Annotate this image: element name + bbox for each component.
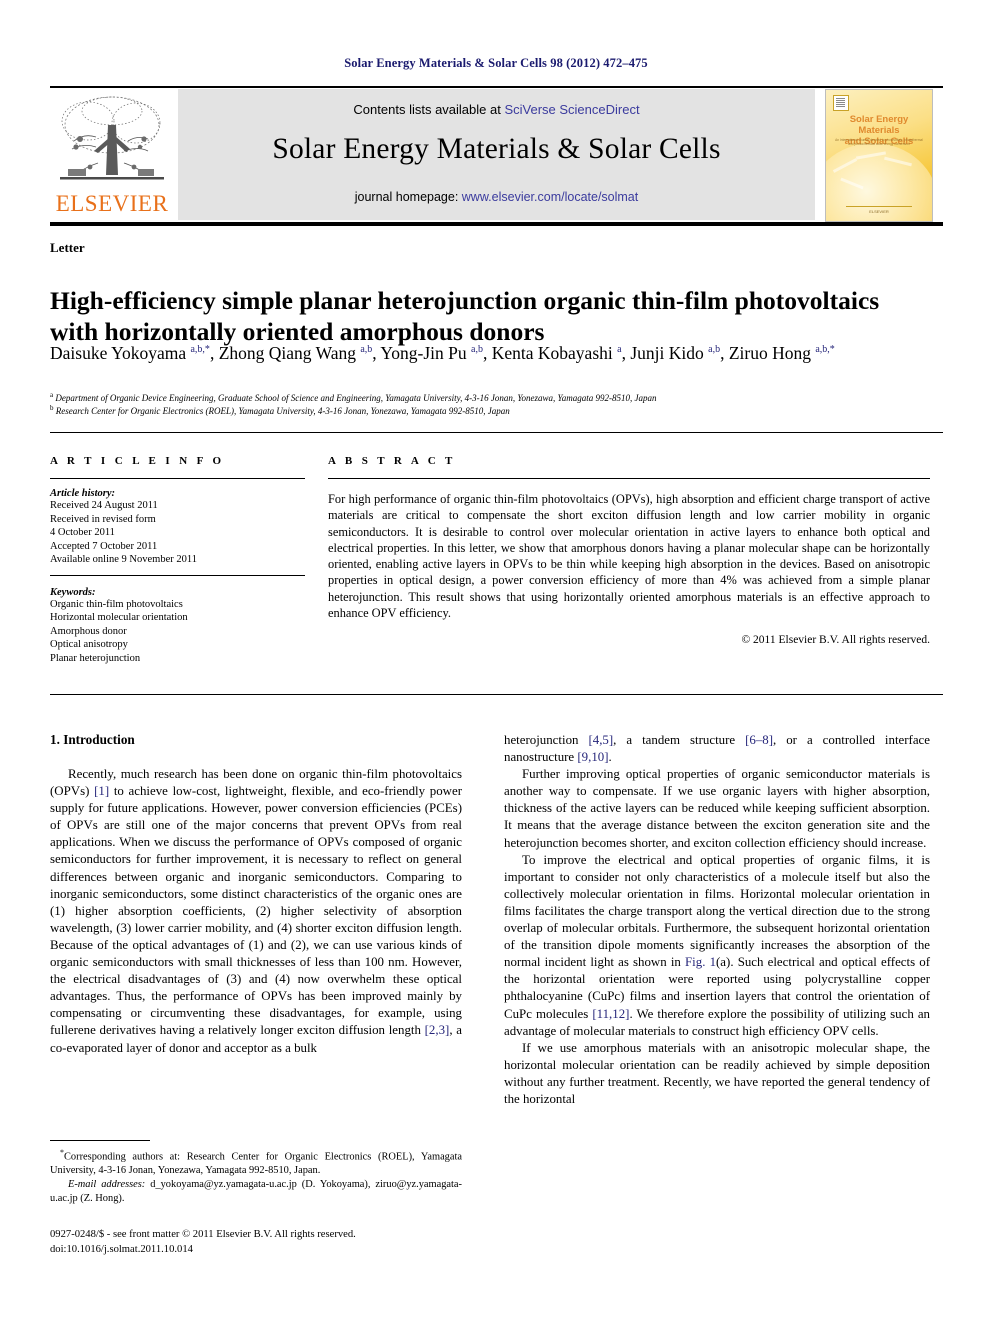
author-name: Yong-Jin Pu	[380, 343, 472, 363]
elsevier-logo: ELSEVIER	[50, 91, 174, 219]
footnote-separator-rule	[50, 1140, 150, 1141]
keyword-item: Amorphous donor	[50, 625, 127, 637]
rule-after-authors	[50, 432, 943, 433]
keywords-list: Organic thin-film photovoltaics Horizonta…	[50, 598, 305, 666]
corresponding-author-text: Corresponding authors at: Research Cente…	[50, 1151, 462, 1177]
abstract-text: For high performance of organic thin-fil…	[328, 492, 930, 621]
body-paragraph: Further improving optical properties of …	[504, 767, 930, 850]
article-history-item: Received in revised form	[50, 513, 156, 525]
author-affiliation-marker: a,b	[471, 344, 483, 356]
body-left-paragraphs: Recently, much research has been done on…	[50, 766, 462, 1057]
cover-elsevier-mark-icon	[833, 95, 849, 111]
article-history-list: Received 24 August 2011 Received in revis…	[50, 499, 305, 567]
article-info-heading: A R T I C L E I N F O	[50, 455, 225, 467]
elsevier-wordmark: ELSEVIER	[55, 191, 169, 216]
body-column-left: 1. Introduction Recently, much research …	[50, 732, 462, 1057]
article-history-label: Article history:	[50, 488, 116, 499]
author-name: Junji Kido	[630, 343, 709, 363]
rule-before-body	[50, 694, 943, 695]
cover-footer-wordmark: ELSEVIER	[846, 206, 912, 214]
abstract-heading: A B S T R A C T	[328, 455, 456, 467]
author-affiliation-marker: a,b,*	[190, 344, 210, 356]
journal-header: ELSEVIER Contents lists available at Sci…	[50, 89, 943, 222]
citation-link[interactable]: Fig. 1	[685, 955, 716, 969]
citation-link[interactable]: [2,3]	[425, 1023, 450, 1037]
keyword-item: Horizontal molecular orientation	[50, 612, 188, 623]
elsevier-tree-svg	[60, 96, 164, 180]
cover-title-line1: Solar Energy Materials	[849, 114, 909, 136]
body-paragraph: Recently, much research has been done on…	[50, 767, 462, 1055]
author-affiliation-marker: a,b	[360, 344, 373, 356]
author-name: Kenta Kobayashi	[491, 343, 618, 363]
citation-link[interactable]: [9,10]	[577, 750, 608, 764]
journal-homepage-link[interactable]: www.elsevier.com/locate/solmat	[462, 190, 638, 204]
sciencedirect-link[interactable]: SciVerse ScienceDirect	[504, 102, 639, 117]
author-name: Ziruo Hong	[728, 343, 816, 363]
elsevier-tree-icon	[54, 91, 170, 191]
author-affiliation-marker: a,b,*	[815, 344, 835, 356]
citation-link[interactable]: [6–8]	[745, 733, 773, 747]
abstract-rule	[328, 478, 930, 479]
header-top-rule	[50, 86, 943, 88]
doi-line[interactable]: doi:10.1016/j.solmat.2011.10.014	[50, 1243, 462, 1258]
abstract-copyright: © 2011 Elsevier B.V. All rights reserved…	[741, 634, 930, 647]
citation-link[interactable]: [1]	[94, 784, 109, 798]
author-name: Zhong Qiang Wang	[218, 343, 361, 363]
contents-available-line: Contents lists available at SciVerse Sci…	[178, 102, 815, 117]
homepage-prefix: journal homepage:	[354, 190, 462, 204]
article-title: High-efficiency simple planar heterojunc…	[50, 286, 880, 347]
body-paragraph: heterojunction [4,5], a tandem structure…	[504, 733, 930, 765]
keyword-item: Organic thin-film photovoltaics	[50, 598, 183, 610]
article-info-column: A R T I C L E I N F O Article history: R…	[50, 455, 305, 665]
affiliation-list: a Department of Organic Device Engineeri…	[50, 392, 930, 417]
affiliation-line: b Research Center for Organic Electronic…	[50, 404, 930, 418]
article-history-item: Available online 9 November 2011	[50, 554, 197, 565]
contents-prefix: Contents lists available at	[353, 102, 505, 117]
author-affiliation-marker: a	[617, 344, 622, 356]
corresponding-author-note: *Corresponding authors at: Research Cent…	[50, 1146, 462, 1178]
author-list: Daisuke Yokoyama a,b,*, Zhong Qiang Wang…	[50, 343, 835, 363]
section-heading-introduction: 1. Introduction	[50, 732, 135, 747]
article-history-block: Article history: Received 24 August 2011…	[50, 488, 305, 576]
abstract-column: A B S T R A C T For high performance of …	[328, 455, 930, 646]
article-history-item: Received 24 August 2011	[50, 500, 158, 511]
email-note: E-mail addresses: d_yokoyama@yz.yamagata…	[50, 1178, 462, 1206]
header-bottom-rule	[50, 222, 943, 226]
article-history-item: Accepted 7 October 2011	[50, 540, 158, 552]
body-right-paragraphs: heterojunction [4,5], a tandem structure…	[504, 732, 930, 1108]
affiliation-text: Department of Organic Device Engineering…	[53, 393, 657, 403]
journal-homepage-line: journal homepage: www.elsevier.com/locat…	[178, 190, 815, 204]
journal-title-band: Contents lists available at SciVerse Sci…	[178, 89, 815, 220]
author-affiliation-marker: a,b	[708, 344, 721, 356]
article-type-label: Letter	[50, 240, 85, 255]
keywords-label: Keywords:	[50, 586, 96, 598]
keyword-item: Optical anisotropy	[50, 639, 128, 650]
running-head: Solar Energy Materials & Solar Cells 98 …	[344, 56, 648, 70]
imprint-block: 0927-0248/$ - see front matter © 2011 El…	[50, 1228, 462, 1257]
journal-cover-thumbnail: Solar Energy Materials and Solar Cells A…	[825, 89, 933, 222]
author-name: Daisuke Yokoyama	[50, 343, 191, 363]
email-label: E-mail addresses:	[68, 1179, 146, 1191]
affiliation-line: a Department of Organic Device Engineeri…	[50, 392, 930, 405]
cover-subtitle: An International Journal devoted to phot…	[835, 138, 923, 146]
journal-title: Solar Energy Materials & Solar Cells	[272, 133, 721, 165]
citation-link[interactable]: [11,12]	[592, 1007, 629, 1021]
article-info-rule	[50, 478, 305, 479]
article-history-item: 4 October 2011	[50, 527, 115, 538]
affiliation-text: Research Center for Organic Electronics …	[53, 405, 510, 416]
keywords-block: Keywords: Organic thin-film photovoltaic…	[50, 576, 305, 666]
body-paragraph: To improve the electrical and optical pr…	[504, 852, 931, 1038]
footnote-block: *Corresponding authors at: Research Cent…	[50, 1146, 462, 1206]
body-column-right: heterojunction [4,5], a tandem structure…	[504, 732, 930, 1108]
citation-link[interactable]: [4,5]	[588, 733, 613, 747]
body-paragraph: If we use amorphous materials with an an…	[504, 1040, 930, 1106]
issn-line: 0927-0248/$ - see front matter © 2011 El…	[50, 1229, 356, 1240]
keyword-item: Planar heterojunction	[50, 652, 141, 664]
paper-page: Solar Energy Materials & Solar Cells 98 …	[0, 0, 992, 1323]
